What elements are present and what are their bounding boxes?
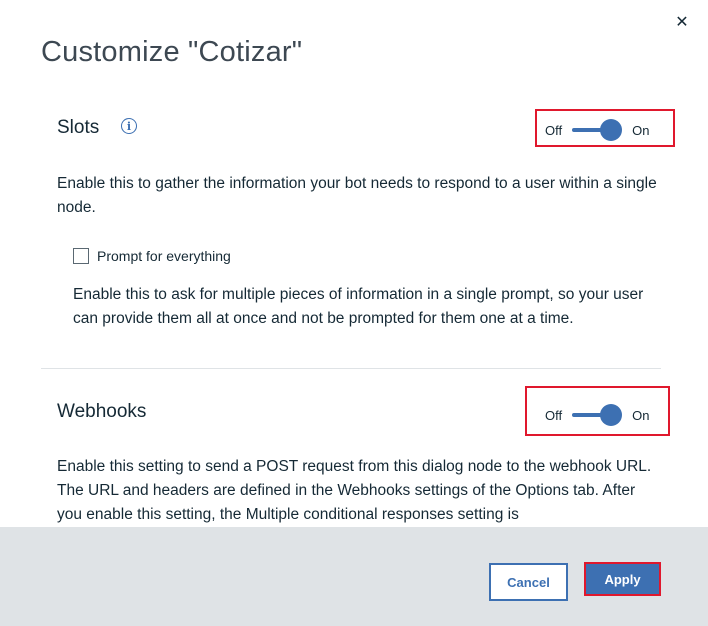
webhooks-toggle-off-label: Off [545, 407, 563, 423]
prompt-for-everything-label: Prompt for everything [97, 248, 231, 264]
section-divider [41, 368, 661, 369]
customize-dialog: ✕ Customize "Cotizar" Slots i Off On Ena… [0, 0, 708, 626]
cancel-button[interactable]: Cancel [489, 563, 568, 601]
slots-toggle-off-label: Off [545, 122, 563, 138]
slots-heading: Slots [57, 117, 100, 138]
slots-toggle-switch[interactable] [572, 119, 623, 141]
prompt-for-everything-checkbox[interactable] [73, 248, 89, 264]
webhooks-toggle-group: Off On [525, 386, 670, 436]
slots-toggle-group: Off On [535, 109, 675, 147]
webhooks-toggle-knob [600, 404, 623, 426]
webhooks-description: Enable this setting to send a POST reque… [57, 458, 652, 523]
webhooks-heading: Webhooks [57, 401, 147, 422]
prompt-for-everything-row: Prompt for everything [73, 248, 231, 264]
prompt-for-everything-description: Enable this to ask for multiple pieces o… [73, 286, 644, 327]
close-icon[interactable]: ✕ [672, 12, 692, 32]
webhooks-toggle-on-label: On [632, 407, 650, 423]
dialog-title: Customize "Cotizar" [41, 36, 303, 68]
info-icon[interactable]: i [121, 118, 137, 134]
slots-toggle-on-label: On [632, 122, 650, 138]
slots-description: Enable this to gather the information yo… [57, 175, 657, 216]
apply-button[interactable]: Apply [584, 562, 661, 596]
slots-toggle-knob [600, 119, 623, 141]
webhooks-toggle-switch[interactable] [572, 404, 623, 426]
